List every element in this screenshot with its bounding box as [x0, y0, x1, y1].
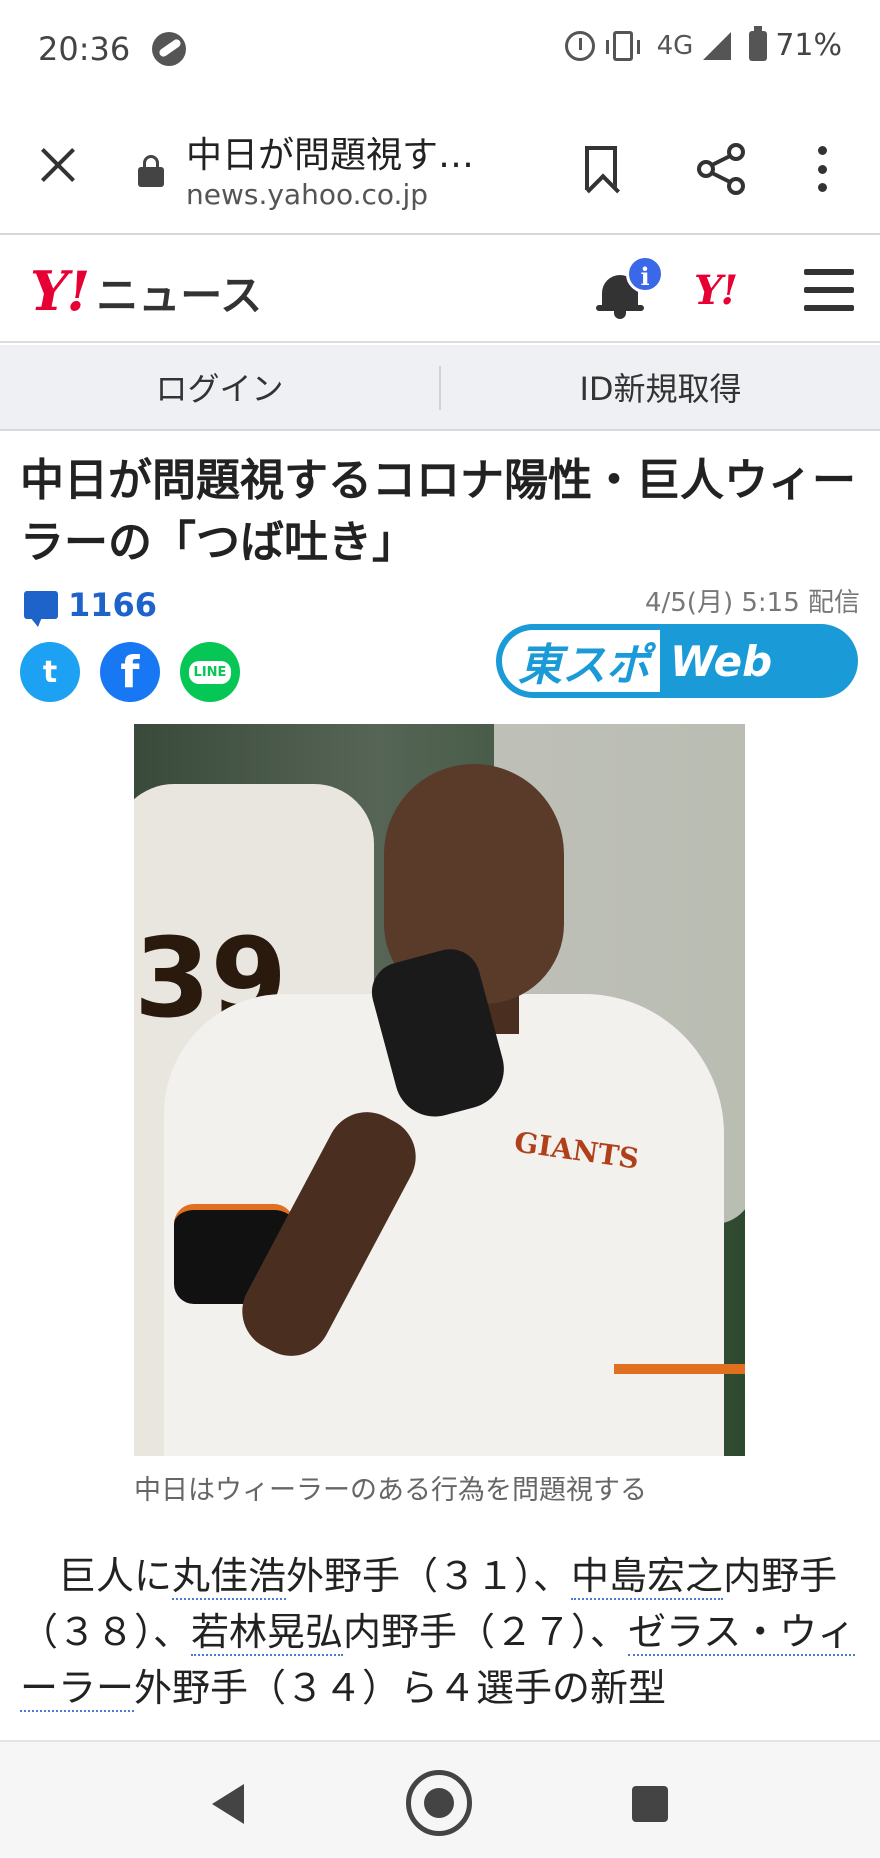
status-time: 20:36	[38, 30, 131, 68]
source-logo-right: Web	[670, 636, 773, 686]
system-nav-bar	[0, 1740, 880, 1858]
bookmark-icon[interactable]	[585, 146, 617, 190]
lock-icon	[138, 155, 164, 187]
line-share-icon[interactable]: LINE	[180, 642, 240, 702]
body-text: 外野手（３４）ら４選手の新型	[134, 1666, 667, 1710]
comment-link[interactable]: 1166	[24, 586, 158, 627]
vibrate-icon	[605, 30, 640, 61]
yahoo-home-icon[interactable]: Y!	[694, 267, 738, 314]
alarm-icon	[564, 30, 595, 61]
close-icon[interactable]	[38, 145, 78, 185]
comment-count: 1166	[68, 586, 158, 624]
article-headline: 中日が問題視するコロナ陽性・巨人ウィーラーの「つば吐き」	[20, 455, 856, 568]
facebook-share-icon[interactable]: f	[100, 642, 160, 702]
twitter-share-icon[interactable]: t	[20, 642, 80, 702]
home-icon[interactable]	[406, 1770, 472, 1836]
app-notification-icon	[152, 32, 186, 66]
share-icon[interactable]	[696, 142, 746, 196]
yahoo-logo-mark: Y!	[30, 259, 90, 323]
body-text: 巨人に	[20, 1554, 173, 1598]
more-options-icon[interactable]	[818, 146, 828, 192]
recents-icon[interactable]	[632, 1786, 668, 1822]
comment-icon	[24, 591, 58, 627]
body-text: 内野手（２７）、	[343, 1610, 629, 1654]
publish-date: 4/5(月) 5:15 配信	[644, 588, 860, 618]
site-header: Y! ニュース i Y!	[0, 237, 880, 343]
menu-icon[interactable]	[804, 269, 854, 311]
article-photo[interactable]: 39 GIANTS	[134, 724, 745, 1456]
info-badge[interactable]: i	[626, 255, 664, 293]
browser-toolbar: 中日が問題視す… news.yahoo.co.jp	[0, 100, 880, 235]
player-link-nakajima[interactable]: 中島宏之	[571, 1554, 724, 1600]
network-type: 4G	[656, 30, 694, 61]
photo-caption: 中日はウィーラーのある行為を問題視する	[134, 1475, 647, 1506]
page-title: 中日が問題視す…	[186, 135, 475, 176]
share-buttons: t f LINE	[20, 642, 240, 702]
twitter-glyph: t	[42, 654, 58, 690]
status-icons: 4G 71%	[564, 25, 842, 63]
url-text: news.yahoo.co.jp	[186, 178, 428, 211]
register-button[interactable]: ID新規取得	[441, 345, 880, 429]
source-logo[interactable]: 東スポ Web	[496, 624, 858, 698]
body-text: 外野手（３１）、	[286, 1554, 572, 1598]
status-bar: 20:36 4G 71%	[0, 0, 880, 100]
back-icon[interactable]	[212, 1784, 244, 1824]
signal-icon	[703, 31, 732, 60]
player-link-wakabayashi[interactable]: 若林晃弘	[191, 1610, 344, 1656]
source-logo-left: 東スポ	[502, 630, 660, 692]
battery-icon	[749, 25, 768, 61]
article-body: 巨人に丸佳浩外野手（３１）、中島宏之内野手（３８）、若林晃弘内野手（２７）、ゼラ…	[20, 1548, 865, 1716]
news-logo-text: ニュース	[96, 271, 263, 320]
login-button[interactable]: ログイン	[0, 345, 439, 429]
login-bar: ログイン ID新規取得	[0, 345, 880, 431]
line-glyph: LINE	[188, 660, 232, 684]
battery-percent: 71%	[775, 28, 842, 63]
yahoo-news-logo[interactable]: Y! ニュース	[30, 259, 262, 323]
facebook-glyph: f	[120, 646, 140, 698]
player-link-maru[interactable]: 丸佳浩	[172, 1554, 287, 1600]
sleeve-stripe	[614, 1364, 745, 1374]
